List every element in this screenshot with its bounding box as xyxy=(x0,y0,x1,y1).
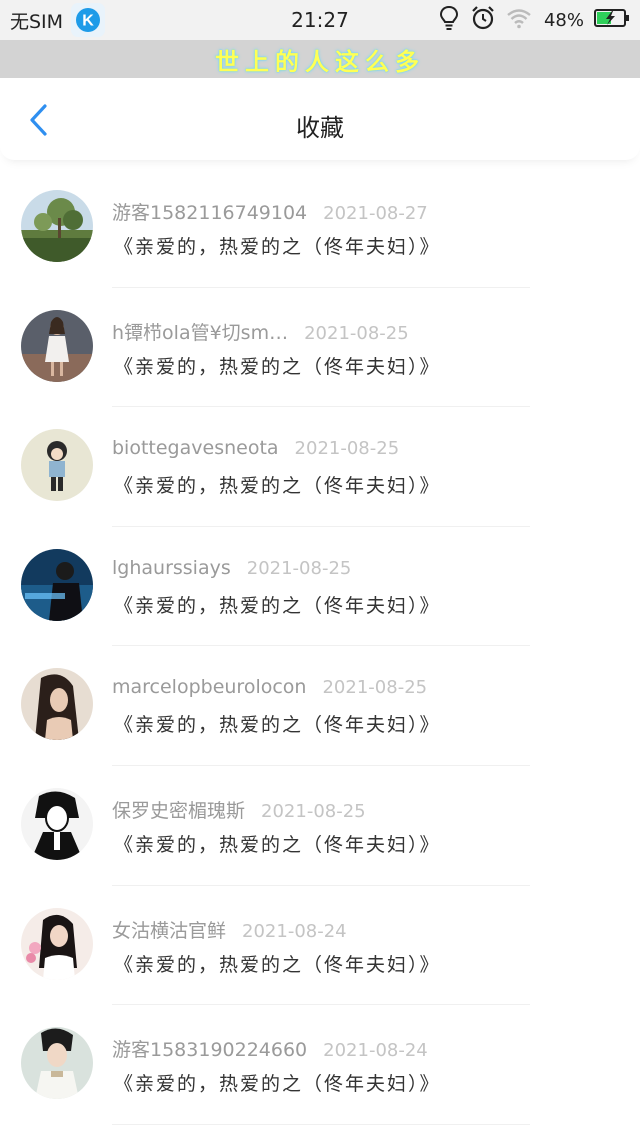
alarm-clock-icon xyxy=(470,5,496,36)
item-date: 2021-08-25 xyxy=(294,438,400,460)
item-title: 《亲爱的，热爱的之（佟年夫妇）》 xyxy=(114,475,441,498)
item-meta: 保罗史密楣瑰斯 2021-08-25 xyxy=(112,796,366,823)
item-meta: 游客1583190224660 2021-08-24 xyxy=(112,1035,428,1062)
item-date: 2021-08-25 xyxy=(322,677,428,699)
user-name: 女沽横沽官鲜 xyxy=(112,919,227,942)
item-date: 2021-08-25 xyxy=(246,557,352,579)
user-name: biottegavesneota xyxy=(112,437,279,460)
item-title: 《亲爱的，热爱的之（佟年夫妇）》 xyxy=(114,594,441,617)
user-name: 保罗史密楣瑰斯 xyxy=(112,799,246,822)
item-date: 2021-08-24 xyxy=(242,920,347,942)
item-title: 《亲爱的，热爱的之（佟年夫妇）》 xyxy=(114,1073,441,1096)
wifi-icon xyxy=(506,7,532,34)
item-meta: 女沽横沽官鲜 2021-08-24 xyxy=(112,916,347,943)
avatar[interactable] xyxy=(21,429,93,502)
item-date: 2021-08-25 xyxy=(304,322,409,344)
list-item[interactable]: marcelopbeurolocon 2021-08-25 《亲爱的，热爱的之（… xyxy=(0,646,640,766)
favorites-list: 游客1582116749104 2021-08-27 《亲爱的，热爱的之（佟年夫… xyxy=(0,168,640,1125)
avatar[interactable] xyxy=(21,190,93,262)
item-title: 《亲爱的，热爱的之（佟年夫妇）》 xyxy=(114,236,441,258)
avatar[interactable] xyxy=(21,668,93,741)
item-meta: marcelopbeurolocon 2021-08-25 xyxy=(112,676,427,698)
navigation-bar: 收藏 xyxy=(0,78,640,160)
item-date: 2021-08-24 xyxy=(323,1040,428,1062)
lightbulb-icon xyxy=(438,5,460,36)
list-item[interactable]: 保罗史密楣瑰斯 2021-08-25 《亲爱的，热爱的之（佟年夫妇）》 xyxy=(0,766,640,886)
list-item[interactable]: lghaurssiays 2021-08-25 《亲爱的，热爱的之（佟年夫妇）》 xyxy=(0,527,640,647)
item-date: 2021-08-27 xyxy=(323,203,428,224)
avatar[interactable] xyxy=(21,309,93,382)
status-bar: 无SIM K 21:27 48% xyxy=(0,0,640,40)
item-date: 2021-08-25 xyxy=(261,800,366,822)
avatar[interactable] xyxy=(21,787,93,860)
avatar[interactable] xyxy=(21,1027,93,1100)
item-meta: biottegavesneota 2021-08-25 xyxy=(112,437,399,459)
user-name: 游客1582116749104 xyxy=(112,202,308,224)
battery-percent: 48% xyxy=(543,9,584,31)
list-item[interactable]: 游客1582116749104 2021-08-27 《亲爱的，热爱的之（佟年夫… xyxy=(0,168,640,288)
item-meta: h镡栉ola管¥切sm… 2021-08-25 xyxy=(112,318,409,345)
user-name: 游客1583190224660 xyxy=(112,1039,308,1062)
page-title: 收藏 xyxy=(296,114,344,142)
battery-charging-icon xyxy=(594,8,630,33)
item-title: 《亲爱的，热爱的之（佟年夫妇）》 xyxy=(114,355,441,378)
user-name: h镡栉ola管¥切sm… xyxy=(112,321,289,344)
list-item[interactable]: h镡栉ola管¥切sm… 2021-08-25 《亲爱的，热爱的之（佟年夫妇）》 xyxy=(0,288,640,408)
item-title: 《亲爱的，热爱的之（佟年夫妇）》 xyxy=(114,953,441,976)
item-title: 《亲爱的，热爱的之（佟年夫妇）》 xyxy=(114,714,441,737)
banner-text: 世上的人这么多 xyxy=(215,46,425,76)
divider xyxy=(112,1123,530,1125)
status-right: 48% xyxy=(438,0,630,40)
item-meta: 游客1582116749104 2021-08-27 xyxy=(112,198,428,225)
avatar[interactable] xyxy=(21,548,93,621)
avatar[interactable] xyxy=(21,907,93,980)
list-item[interactable]: 游客1583190224660 2021-08-24 《亲爱的，热爱的之（佟年夫… xyxy=(0,1005,640,1125)
item-title: 《亲爱的，热爱的之（佟年夫妇）》 xyxy=(114,833,441,856)
marquee-banner: 世上的人这么多 xyxy=(0,40,640,78)
item-meta: lghaurssiays 2021-08-25 xyxy=(112,557,351,579)
list-item[interactable]: biottegavesneota 2021-08-25 《亲爱的，热爱的之（佟年… xyxy=(0,407,640,527)
user-name: marcelopbeurolocon xyxy=(112,676,307,699)
user-name: lghaurssiays xyxy=(112,556,231,579)
list-item[interactable]: 女沽横沽官鲜 2021-08-24 《亲爱的，热爱的之（佟年夫妇）》 xyxy=(0,886,640,1006)
